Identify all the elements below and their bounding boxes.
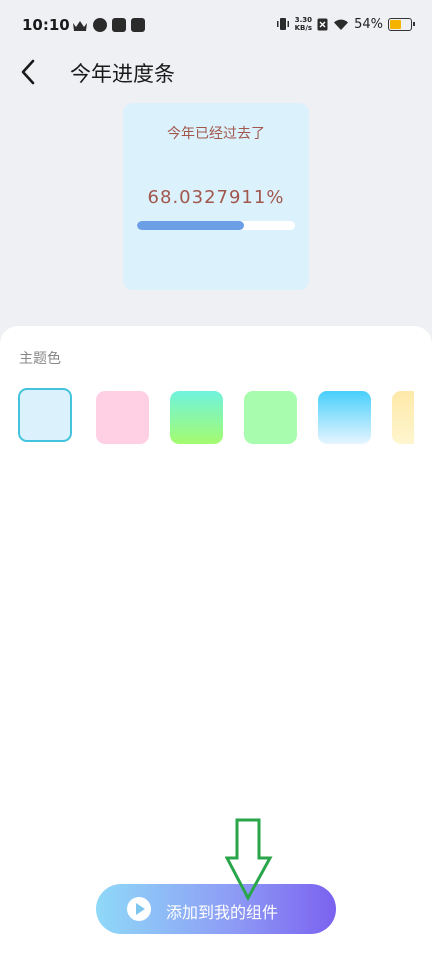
mail-icon: [131, 18, 145, 32]
theme-color-label: 主题色: [19, 351, 61, 367]
vibrate-icon: [276, 18, 289, 30]
widget-label: 今年已经过去了: [167, 126, 265, 142]
widget-percent: 68.0327911%: [147, 187, 285, 208]
app-icon: [93, 18, 107, 32]
notification-icons: [72, 18, 145, 32]
wifi-icon: [334, 19, 349, 30]
play-icon: [127, 897, 151, 921]
bottom-sheet: 主题色: [0, 326, 432, 964]
system-icons: 3.30 KB/s 54%: [276, 16, 415, 32]
back-button[interactable]: [14, 56, 46, 88]
battery-percent: 54%: [354, 16, 383, 32]
theme-swatch-green[interactable]: [244, 391, 297, 444]
add-to-widgets-label: 添加到我的组件: [166, 903, 279, 922]
theme-swatch-list[interactable]: [18, 388, 414, 448]
widget-preview: 今年已经过去了 68.0327911%: [123, 103, 309, 290]
page-title: 今年进度条: [70, 62, 175, 86]
tiktok-icon: [112, 18, 126, 32]
chevron-left-icon: [21, 59, 35, 85]
crown-icon: [72, 20, 88, 32]
no-sim-icon: [317, 18, 328, 30]
speed-unit: KB/s: [294, 24, 313, 32]
progress-track: [137, 221, 295, 230]
speed-value: 3.30: [294, 16, 312, 24]
progress-fill: [137, 221, 245, 230]
add-to-widgets-button[interactable]: 添加到我的组件: [96, 884, 336, 934]
battery-icon: [388, 17, 415, 31]
status-time: 10:10: [22, 16, 70, 34]
theme-swatch-pink[interactable]: [96, 391, 149, 444]
theme-swatch-blue-sky[interactable]: [318, 391, 371, 444]
network-speed: 3.30 KB/s: [295, 16, 312, 32]
theme-swatch-yellow[interactable]: [392, 391, 414, 444]
status-bar: 10:10 3.30 KB/s 54%: [0, 0, 432, 50]
theme-swatch-light-blue[interactable]: [18, 388, 72, 442]
theme-swatch-cyan-green[interactable]: [170, 391, 223, 444]
